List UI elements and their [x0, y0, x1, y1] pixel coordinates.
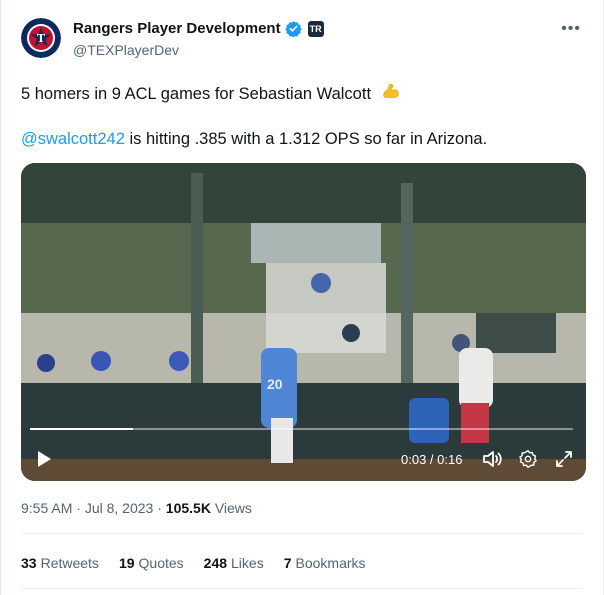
divider-bottom — [21, 588, 583, 589]
video-time: 0:03 / 0:16 — [401, 452, 463, 467]
video-player[interactable]: 20 — [21, 163, 586, 481]
views-label: Views — [214, 500, 252, 516]
views-count: 105.5K — [165, 500, 211, 516]
settings-icon[interactable] — [518, 449, 538, 474]
affiliate-badge[interactable]: TR — [307, 20, 324, 37]
tweet-card: T Rangers Player Development TR @TEXPlay… — [0, 0, 604, 595]
video-frame — [21, 163, 586, 481]
stat-likes[interactable]: 248 Likes — [204, 555, 264, 571]
author-name-row[interactable]: Rangers Player Development TR — [73, 20, 324, 37]
fullscreen-icon[interactable] — [554, 449, 574, 474]
author-name[interactable]: Rangers Player Development — [73, 20, 281, 37]
flex-emoji-icon — [380, 80, 402, 108]
verified-icon — [284, 20, 302, 37]
avatar[interactable]: T — [21, 18, 61, 58]
tweet-meta: 9:55 AM · Jul 8, 2023 · 105.5K Views — [21, 500, 252, 516]
divider — [21, 533, 583, 534]
author-handle[interactable]: @TEXPlayerDev — [73, 42, 179, 58]
meta-separator: · — [76, 500, 81, 516]
more-icon[interactable]: ••• — [561, 20, 581, 38]
tweet-text-line2: @swalcott242 is hitting .385 with a 1.31… — [21, 128, 487, 150]
meta-separator-2: · — [157, 500, 162, 516]
svg-text:T: T — [37, 32, 46, 45]
stat-quotes[interactable]: 19 Quotes — [119, 555, 184, 571]
video-progress-fill — [30, 428, 134, 430]
tweet-time[interactable]: 9:55 AM — [21, 500, 72, 516]
stat-retweets[interactable]: 33 Retweets — [21, 555, 99, 571]
video-jersey-number: 20 — [267, 376, 283, 392]
engagement-stats: 33 Retweets 19 Quotes 248 Likes 7 Bookmarks — [21, 555, 366, 571]
tweet-date[interactable]: Jul 8, 2023 — [85, 500, 154, 516]
mention-link[interactable]: @swalcott242 — [21, 130, 125, 148]
tweet-text-line1: 5 homers in 9 ACL games for Sebastian Wa… — [21, 80, 402, 108]
play-icon[interactable] — [35, 450, 53, 473]
tweet-text-rest: is hitting .385 with a 1.312 OPS so far … — [124, 130, 488, 148]
volume-icon[interactable] — [482, 449, 504, 474]
stat-bookmarks[interactable]: 7 Bookmarks — [284, 555, 366, 571]
video-progress-bar[interactable] — [30, 428, 573, 430]
tweet-text-main: 5 homers in 9 ACL games for Sebastian Wa… — [21, 85, 372, 103]
